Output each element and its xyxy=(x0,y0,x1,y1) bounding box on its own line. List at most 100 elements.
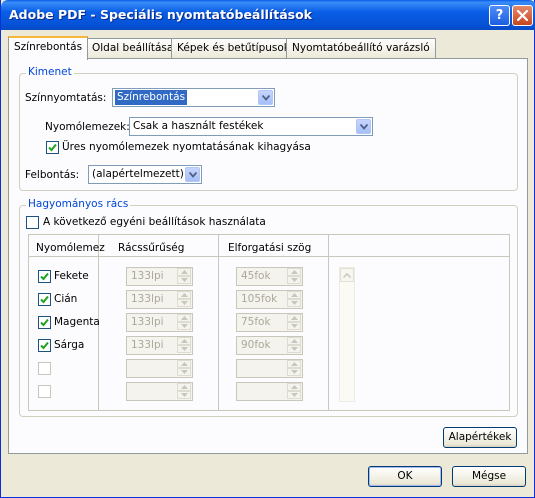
checkmark-icon xyxy=(40,341,49,350)
frequency-spinner[interactable]: 133lpi xyxy=(126,290,193,309)
color-printing-dropdown-button[interactable] xyxy=(258,90,273,105)
spin-up-button[interactable] xyxy=(287,291,301,299)
plate-name: Sárga xyxy=(54,339,85,351)
plate-checkbox-empty[interactable] xyxy=(38,385,51,398)
spin-up-button[interactable] xyxy=(177,383,191,391)
spin-up-button[interactable] xyxy=(287,268,301,276)
chevron-down-icon xyxy=(181,370,188,374)
chevron-up-icon xyxy=(181,362,188,366)
spin-down-button[interactable] xyxy=(287,345,301,353)
plate-checkbox-magenta[interactable] xyxy=(38,316,51,329)
custom-settings-checkbox[interactable] xyxy=(26,216,39,229)
plate-checkbox-empty[interactable] xyxy=(38,362,51,375)
plate-checkbox-sarga[interactable] xyxy=(38,339,51,352)
angle-spinner[interactable]: 105fok xyxy=(236,290,303,309)
spin-down-button[interactable] xyxy=(287,322,301,330)
angle-spinner[interactable] xyxy=(236,382,303,401)
tab-szinrebontas[interactable]: Színrebontás xyxy=(8,36,89,60)
resolution-dropdown-button[interactable] xyxy=(185,167,200,182)
help-button[interactable]: ? xyxy=(489,5,510,26)
chevron-down-icon xyxy=(181,393,188,397)
chevron-down-icon xyxy=(262,95,270,101)
ok-button[interactable]: OK xyxy=(368,466,442,487)
spin-up-button[interactable] xyxy=(287,337,301,345)
spin-up-button[interactable] xyxy=(177,337,191,345)
color-printing-value: Színrebontás xyxy=(115,90,188,105)
tab-oldal-beallitasai[interactable]: Oldal beállításai xyxy=(86,38,183,58)
plates-dropdown-button[interactable] xyxy=(356,119,371,134)
angle-spinner[interactable]: 75fok xyxy=(236,313,303,332)
spin-down-button[interactable] xyxy=(177,299,191,307)
tab-kepek-es-betutipusok[interactable]: Képek és betűtípusok xyxy=(171,38,296,58)
resolution-select[interactable]: (alapértelmezett) xyxy=(88,165,202,184)
chevron-down-icon xyxy=(291,278,298,282)
frequency-spinner[interactable]: 133lpi xyxy=(126,336,193,355)
close-icon xyxy=(517,10,528,21)
spin-up-button[interactable] xyxy=(177,360,191,368)
tab-nyomtatobeallito-varazslo[interactable]: Nyomtatóbeállító varázsló xyxy=(286,38,436,58)
color-printing-select[interactable]: Színrebontás xyxy=(112,88,275,107)
cancel-button[interactable]: Mégse xyxy=(452,466,526,487)
skip-empty-plates-checkbox[interactable] xyxy=(46,141,59,154)
frequency-spinner[interactable] xyxy=(126,359,193,378)
chevron-down-icon xyxy=(291,370,298,374)
halftone-group-legend: Hagyományos rács xyxy=(26,198,131,210)
spin-down-button[interactable] xyxy=(287,276,301,284)
title-bar[interactable]: Adobe PDF - Speciális nyomtatóbeállításo… xyxy=(1,0,535,30)
spin-down-button[interactable] xyxy=(177,391,191,399)
frequency-value: 133lpi xyxy=(131,293,164,305)
chevron-up-icon xyxy=(181,339,188,343)
column-divider xyxy=(218,235,219,410)
checkmark-icon xyxy=(40,295,49,304)
window-title: Adobe PDF - Speciális nyomtatóbeállításo… xyxy=(9,7,312,22)
angle-spinner[interactable]: 90fok xyxy=(236,336,303,355)
spin-up-button[interactable] xyxy=(177,268,191,276)
angle-spinner[interactable]: 45fok xyxy=(236,267,303,286)
checkmark-icon xyxy=(48,143,57,152)
plates-select[interactable]: Csak a használt festékek xyxy=(129,117,373,136)
plate-checkbox-cian[interactable] xyxy=(38,293,51,306)
spin-down-button[interactable] xyxy=(287,391,301,399)
spin-down-button[interactable] xyxy=(287,299,301,307)
chevron-down-icon xyxy=(181,278,188,282)
plates-value: Csak a használt festékek xyxy=(133,120,264,132)
frequency-value: 133lpi xyxy=(131,339,164,351)
angle-spinner[interactable] xyxy=(236,359,303,378)
chevron-up-icon xyxy=(291,270,298,274)
spin-up-button[interactable] xyxy=(287,314,301,322)
spin-down-button[interactable] xyxy=(177,276,191,284)
help-icon: ? xyxy=(495,8,504,23)
chevron-up-icon xyxy=(291,385,298,389)
spin-down-button[interactable] xyxy=(177,368,191,376)
frequency-spinner[interactable]: 133lpi xyxy=(126,267,193,286)
angle-value: 105fok xyxy=(241,293,278,305)
chevron-down-icon xyxy=(291,347,298,351)
custom-settings-label: A következő egyéni beállítások használat… xyxy=(43,216,266,228)
frequency-spinner[interactable]: 133lpi xyxy=(126,313,193,332)
spin-up-button[interactable] xyxy=(287,360,301,368)
defaults-button[interactable]: Alapértékek xyxy=(443,427,517,448)
spin-up-button[interactable] xyxy=(177,291,191,299)
angle-value: 90fok xyxy=(241,339,271,351)
chevron-up-icon xyxy=(291,339,298,343)
chevron-up-icon xyxy=(181,385,188,389)
spin-down-button[interactable] xyxy=(177,345,191,353)
checkmark-icon xyxy=(40,318,49,327)
chevron-up-icon xyxy=(181,316,188,320)
scroll-up-button[interactable] xyxy=(340,268,354,282)
close-button[interactable] xyxy=(512,5,533,26)
plate-name: Magenta xyxy=(54,316,100,328)
frequency-spinner[interactable] xyxy=(126,382,193,401)
checkmark-icon xyxy=(40,272,49,281)
chevron-down-icon xyxy=(291,301,298,305)
chevron-down-icon xyxy=(291,393,298,397)
table-scrollbar[interactable] xyxy=(339,267,355,402)
spin-up-button[interactable] xyxy=(287,383,301,391)
plate-name: Fekete xyxy=(54,270,89,282)
chevron-up-icon xyxy=(181,293,188,297)
spin-up-button[interactable] xyxy=(177,314,191,322)
spin-down-button[interactable] xyxy=(177,322,191,330)
plate-checkbox-fekete[interactable] xyxy=(38,270,51,283)
spin-down-button[interactable] xyxy=(287,368,301,376)
resolution-value: (alapértelmezett) xyxy=(92,168,184,180)
